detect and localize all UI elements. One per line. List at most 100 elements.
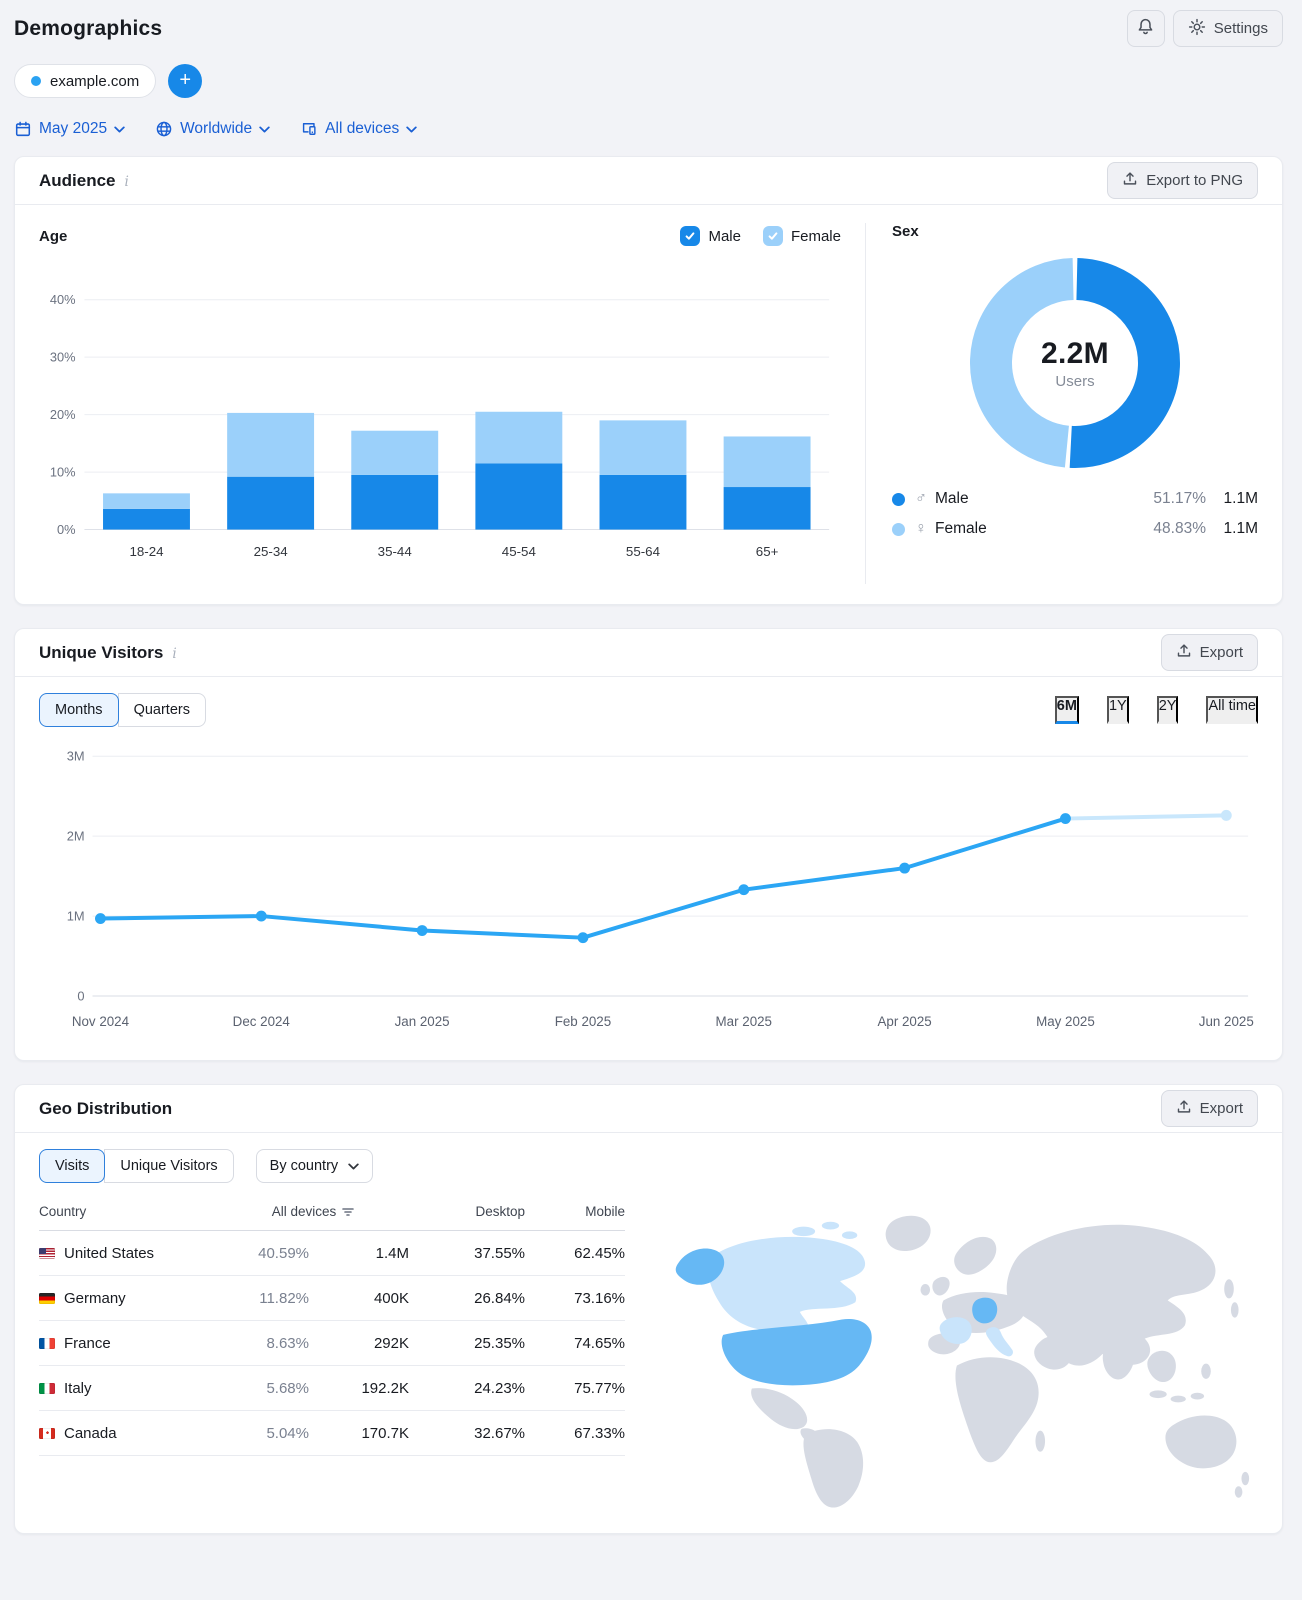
devices-icon [300, 120, 318, 138]
geo-table-header: Country All devices Desktop Mobile [39, 1193, 625, 1231]
export-to-png-button[interactable]: Export to PNG [1107, 162, 1258, 199]
world-map[interactable] [651, 1193, 1258, 1515]
desktop-cell: 24.23% [474, 1379, 525, 1397]
svg-text:1M: 1M [67, 909, 85, 924]
group-by-label: By country [269, 1158, 339, 1174]
sex-legend-label: Female [935, 520, 987, 537]
globe-icon [155, 120, 173, 138]
col-desktop[interactable]: Desktop [409, 1204, 525, 1219]
notifications-button[interactable] [1126, 10, 1165, 47]
geo-metric-unique-visitors[interactable]: Unique Visitors [104, 1149, 234, 1183]
region-filter[interactable]: Worldwide [155, 120, 270, 138]
svg-text:2M: 2M [67, 829, 85, 844]
svg-text:0%: 0% [57, 522, 76, 537]
unique-visitors-export-button[interactable]: Export [1160, 634, 1258, 671]
legend-female-checkbox[interactable]: Female [762, 226, 841, 246]
age-title: Age [39, 227, 68, 245]
flag-de-icon [39, 1292, 55, 1304]
country-cell: United States [39, 1245, 217, 1262]
info-icon[interactable]: i [172, 646, 176, 662]
geo-metric-toggle: Visits Unique Visitors [39, 1149, 234, 1183]
col-mobile[interactable]: Mobile [525, 1204, 625, 1219]
age-section: Age Male Female 0% 10% 20% 30% 40% 18-24… [39, 223, 861, 584]
sex-legend-value: 1.1M [1223, 490, 1258, 507]
range-1y[interactable]: 1Y [1106, 696, 1129, 724]
country-name: Germany [64, 1289, 126, 1307]
geo-table-row-united-states[interactable]: United States 40.59% 1.4M 37.55% 62.45% [39, 1231, 625, 1276]
devices-filter[interactable]: All devices [300, 120, 417, 138]
country-cell: Italy [39, 1380, 217, 1397]
date-filter[interactable]: May 2025 [14, 120, 125, 138]
svg-text:25-34: 25-34 [254, 544, 289, 559]
svg-text:18-24: 18-24 [129, 544, 164, 559]
country-cell: Canada [39, 1425, 217, 1442]
sex-donut-chart[interactable]: 2.2M Users [966, 254, 1184, 472]
add-domain-button[interactable]: + [168, 64, 203, 98]
chevron-down-icon [114, 126, 125, 133]
range-all-time[interactable]: All time [1206, 696, 1258, 724]
chevron-down-icon [348, 1158, 359, 1174]
domain-label: example.com [50, 72, 140, 90]
sex-legend: ♂ Male 51.17% 1.1M ♀ Female 48.83% 1.1M [892, 490, 1258, 538]
geo-table-row-canada[interactable]: Canada 5.04% 170.7K 32.67% 67.33% [39, 1411, 625, 1456]
desktop-cell: 32.67% [474, 1424, 525, 1442]
country-name: United States [64, 1244, 155, 1262]
region-filter-label: Worldwide [180, 120, 253, 137]
legend-dot-icon [892, 522, 905, 536]
sex-legend-row-female[interactable]: ♀ Female 48.83% 1.1M [892, 520, 1258, 538]
date-filter-label: May 2025 [39, 120, 108, 137]
checkbox-checked-icon [680, 226, 701, 246]
audience-card: Audience i Export to PNG Age Male Female… [14, 156, 1283, 605]
age-bar-chart[interactable]: 0% 10% 20% 30% 40% 18-24 25-34 35-44 45-54 55-64 6… [39, 249, 841, 584]
unique-visitors-line-chart[interactable]: 0 1M 2M 3M Nov 2024 Dec 2024 Jan 2025 Feb 2025 M… [39, 739, 1258, 1046]
geo-export-label: Export [1199, 1100, 1243, 1117]
settings-button[interactable]: Settings [1172, 10, 1283, 47]
group-by-dropdown[interactable]: By country [255, 1149, 374, 1183]
granularity-months[interactable]: Months [39, 693, 119, 727]
svg-text:3M: 3M [67, 749, 85, 764]
share-cell: 11.82% [259, 1289, 309, 1307]
geo-table-row-germany[interactable]: Germany 11.82% 400K 26.84% 73.16% [39, 1276, 625, 1321]
share-cell: 5.68% [266, 1379, 309, 1397]
chevron-down-icon [406, 126, 417, 133]
sex-legend-pct: 48.83% [1153, 520, 1206, 537]
col-all-devices[interactable]: All devices [217, 1204, 409, 1219]
geo-title: Geo Distribution [39, 1098, 173, 1118]
geo-table-row-italy[interactable]: Italy 5.68% 192.2K 24.23% 75.77% [39, 1366, 625, 1411]
svg-text:Jun 2025: Jun 2025 [1199, 1014, 1254, 1029]
domain-chip[interactable]: example.com [14, 64, 157, 98]
svg-text:55-64: 55-64 [626, 544, 661, 559]
desktop-cell: 25.35% [474, 1334, 525, 1352]
svg-text:20%: 20% [50, 407, 76, 422]
legend-male-checkbox[interactable]: Male [680, 226, 741, 246]
geo-table-row-france[interactable]: France 8.63% 292K 25.35% 74.65% [39, 1321, 625, 1366]
flag-fr-icon [39, 1337, 55, 1349]
sex-legend-value: 1.1M [1223, 520, 1258, 537]
range-6m[interactable]: 6M [1054, 696, 1079, 724]
sex-title: Sex [892, 223, 919, 240]
geo-metric-visits[interactable]: Visits [39, 1149, 106, 1183]
topbar-actions: Settings [1126, 10, 1283, 47]
settings-label: Settings [1213, 20, 1268, 37]
col-country: Country [39, 1204, 87, 1219]
desktop-cell: 26.84% [474, 1289, 525, 1307]
granularity-quarters[interactable]: Quarters [117, 693, 206, 727]
country-name: France [64, 1334, 111, 1352]
demographics-page: Demographics Settings example.com + May … [0, 0, 1302, 1534]
svg-text:Mar 2025: Mar 2025 [716, 1014, 772, 1029]
sex-legend-row-male[interactable]: ♂ Male 51.17% 1.1M [892, 490, 1258, 508]
export-icon [1122, 171, 1138, 191]
audience-card-header: Audience i Export to PNG [15, 157, 1282, 205]
info-icon[interactable]: i [125, 174, 129, 190]
geo-export-button[interactable]: Export [1160, 1090, 1258, 1127]
chevron-down-icon [259, 126, 270, 133]
export-icon [1176, 643, 1192, 663]
visits-cell: 1.4M [375, 1244, 409, 1262]
svg-text:Feb 2025: Feb 2025 [555, 1014, 611, 1029]
unique-visitors-export-label: Export [1199, 644, 1243, 661]
svg-text:Dec 2024: Dec 2024 [233, 1014, 291, 1029]
legend-female-label: Female [790, 227, 841, 245]
geo-body: Country All devices Desktop Mobile United St… [15, 1187, 1282, 1533]
range-2y[interactable]: 2Y [1156, 696, 1179, 724]
gender-symbol-icon: ♀ [915, 520, 927, 537]
